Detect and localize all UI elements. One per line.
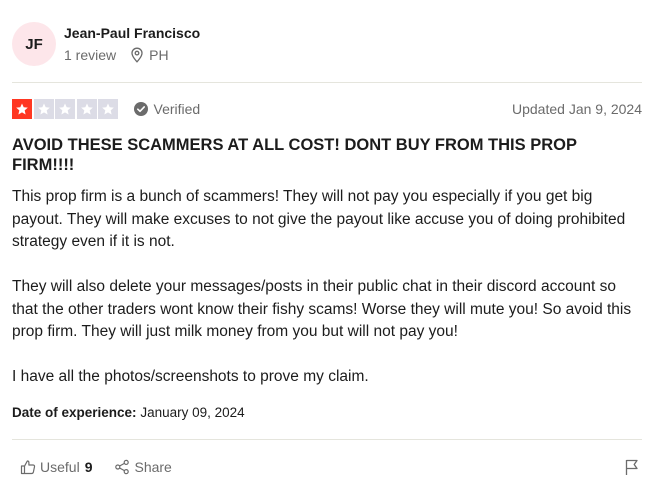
review-body: This prop firm is a bunch of scammers! T… — [12, 186, 642, 389]
avatar[interactable]: JF — [12, 22, 56, 66]
review-title: AVOID THESE SCAMMERS AT ALL COST! DONT B… — [12, 136, 577, 174]
location-code: PH — [149, 47, 169, 63]
star-icon — [76, 98, 97, 119]
reviewer-header: JF Jean-Paul Francisco 1 review PH — [12, 22, 200, 66]
location-pin-icon — [131, 47, 143, 63]
experience-label: Date of experience: — [12, 405, 137, 420]
review-paragraph: I have all the photos/screenshots to pro… — [12, 368, 369, 385]
share-label: Share — [134, 459, 172, 475]
verified-label: Verified — [153, 100, 201, 117]
review-paragraph: They will also delete your messages/post… — [12, 278, 632, 340]
experience-date: January 09, 2024 — [140, 405, 245, 420]
date-of-experience: Date of experience: January 09, 2024 — [12, 405, 245, 420]
location: PH — [130, 46, 169, 64]
report-flag-button[interactable] — [624, 458, 640, 476]
star-icon — [98, 98, 118, 119]
thumbs-up-icon — [20, 460, 36, 475]
star-icon — [55, 98, 75, 119]
verified-badge[interactable]: Verified — [133, 100, 201, 117]
star-icon — [33, 98, 54, 119]
updated-date: Updated Jan 9, 2024 — [512, 100, 642, 117]
reviewer-name[interactable]: Jean-Paul Francisco — [64, 24, 200, 42]
header-divider — [12, 82, 642, 83]
rating-row: Verified Updated Jan 9, 2024 — [12, 98, 642, 119]
useful-count: 9 — [84, 459, 93, 475]
footer-divider — [12, 439, 642, 440]
reviewer-info: Jean-Paul Francisco 1 review PH — [64, 24, 200, 64]
star-rating — [12, 98, 120, 119]
check-circle-icon — [133, 101, 148, 116]
useful-button[interactable]: Useful 9 — [20, 459, 92, 475]
star-icon — [12, 98, 32, 119]
useful-label: Useful — [40, 459, 80, 475]
review-actions: Useful 9 Share — [12, 456, 642, 478]
share-icon — [115, 459, 130, 475]
reviewer-meta: 1 review PH — [64, 46, 200, 64]
flag-icon — [625, 459, 638, 475]
review-paragraph: This prop firm is a bunch of scammers! T… — [12, 188, 626, 250]
share-button[interactable]: Share — [114, 459, 172, 475]
review-count: 1 review — [64, 47, 117, 63]
